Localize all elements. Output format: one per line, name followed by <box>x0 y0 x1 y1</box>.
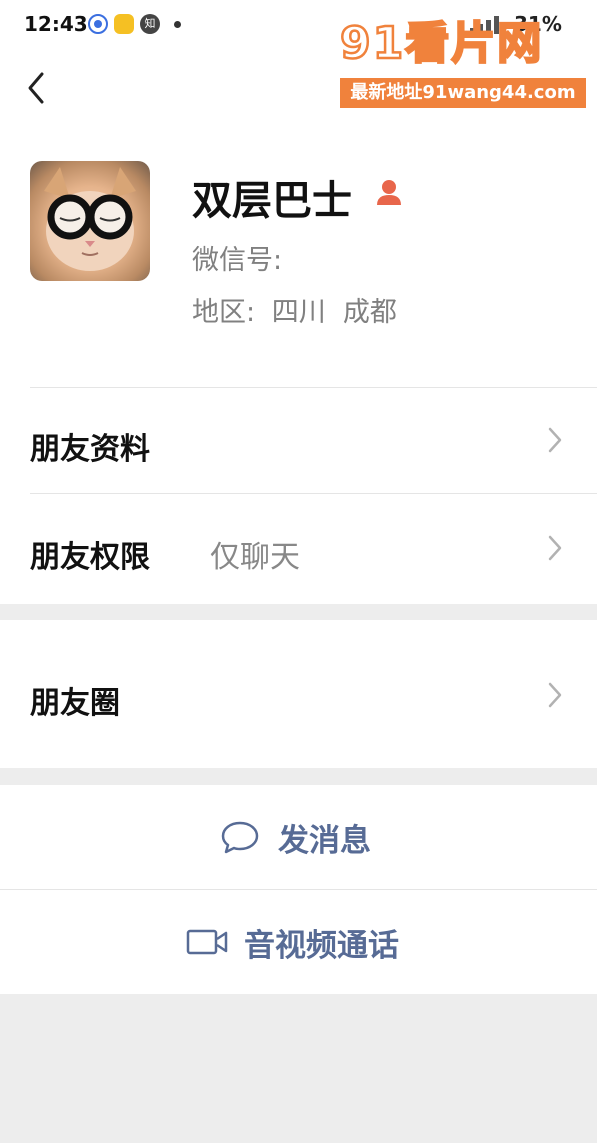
friend-profile-label: 朋友资料 <box>30 432 150 467</box>
friend-permission-row[interactable]: 朋友权限 仅聊天 <box>0 493 597 604</box>
cat-with-glasses-avatar-icon <box>44 167 136 271</box>
zhihu-app-icon: 知 <box>140 14 160 34</box>
video-camera-icon <box>186 929 228 955</box>
contact-name: 双层巴士 <box>192 178 352 224</box>
friend-permission-label: 朋友权限 <box>30 540 150 575</box>
baidu-app-icon <box>88 14 108 34</box>
chevron-right-icon <box>548 535 562 561</box>
friend-profile-row[interactable]: 朋友资料 <box>0 387 597 493</box>
region-value: 四川 成都 <box>271 297 397 328</box>
region: 地区: 四川 成都 <box>192 290 397 329</box>
friend-permission-value: 仅聊天 <box>210 540 300 575</box>
chevron-right-icon <box>548 427 562 453</box>
profile-header: 双层巴士 微信号: 地区: 四川 成都 <box>0 122 597 387</box>
watermark: 91看片网 最新地址91wang44.com <box>339 14 586 108</box>
back-button[interactable] <box>22 68 52 108</box>
chevron-left-icon <box>28 72 44 104</box>
region-label: 地区: <box>192 297 256 328</box>
send-message-button[interactable]: 发消息 <box>0 785 597 889</box>
video-call-button[interactable]: 音视频通话 <box>0 890 597 994</box>
moments-label: 朋友圈 <box>30 686 120 721</box>
send-message-label: 发消息 <box>278 822 371 859</box>
avatar[interactable] <box>30 161 150 281</box>
more-notifications-dot-icon <box>174 21 181 28</box>
moments-row[interactable]: 朋友圈 <box>0 620 597 768</box>
chevron-right-icon <box>548 682 562 708</box>
chat-bubble-icon <box>221 821 259 854</box>
wechat-id: 微信号: <box>192 245 283 276</box>
watermark-title: 91看片网 <box>339 17 544 71</box>
divider <box>30 387 597 388</box>
video-call-label: 音视频通话 <box>244 927 399 964</box>
divider <box>30 493 597 494</box>
person-icon <box>377 180 401 205</box>
emoji-app-icon <box>114 14 134 34</box>
watermark-subtitle: 最新地址91wang44.com <box>340 78 586 108</box>
status-time: 12:43 <box>24 12 88 36</box>
